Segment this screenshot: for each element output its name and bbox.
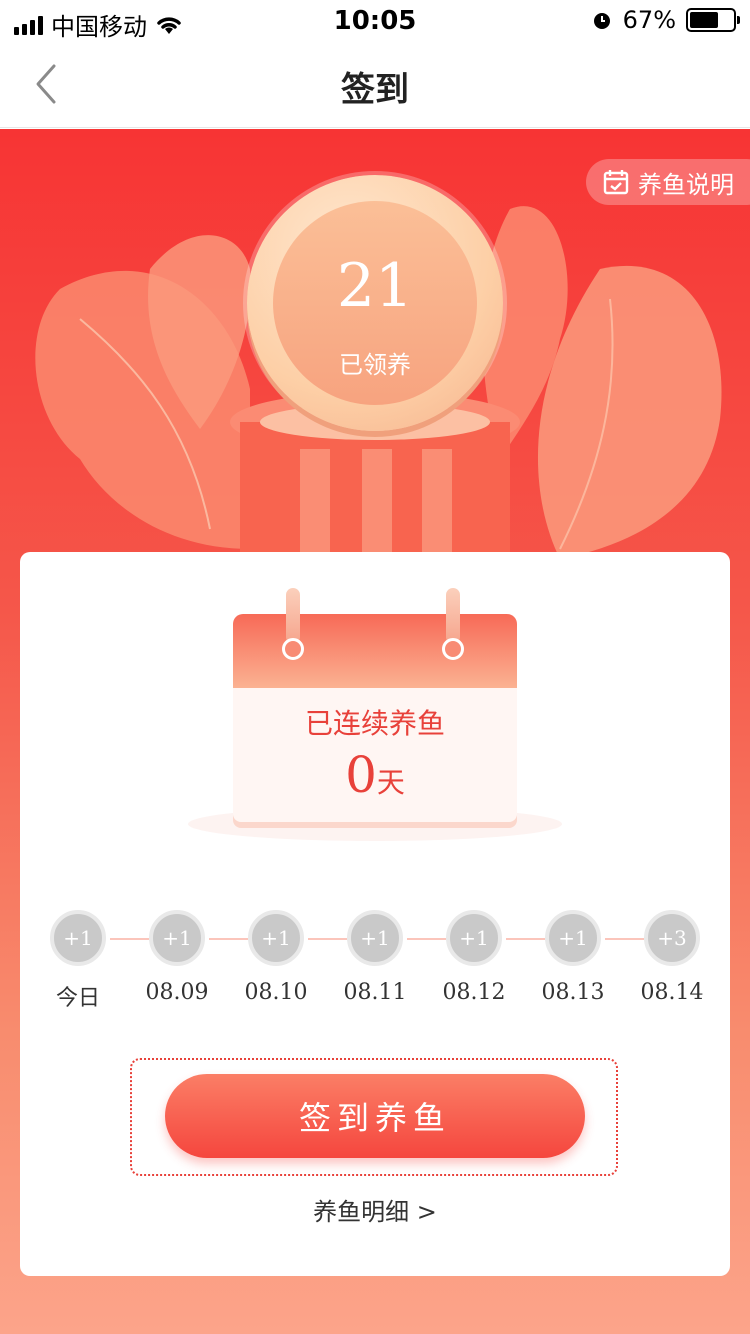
streak-title: 已连续养鱼 bbox=[304, 707, 445, 740]
day-reward-badge: +1 bbox=[149, 910, 205, 966]
day-reward-badge: +1 bbox=[347, 910, 403, 966]
checkin-days-track: +1 今日 +1 08.09 +1 08.10 +1 08.11 +1 08.12 +1 08.13 +… bbox=[20, 910, 730, 1011]
adopted-count-coin: 21 已领养 bbox=[247, 175, 503, 431]
page-title: 签到 bbox=[341, 70, 409, 110]
day-connector-line bbox=[209, 938, 248, 940]
fish-rules-label: 养鱼说明 bbox=[638, 170, 734, 199]
calendar-peg bbox=[446, 588, 460, 644]
day-reward-badge: +3 bbox=[644, 910, 700, 966]
day-reward-badge: +1 bbox=[248, 910, 304, 966]
nav-bar: 签到 bbox=[0, 40, 750, 128]
day-item: +1 08.12 bbox=[443, 910, 506, 1005]
day-connector-line bbox=[407, 938, 446, 940]
status-bar: 中国移动 10:05 67% bbox=[0, 0, 750, 41]
day-item: +1 08.10 bbox=[245, 910, 308, 1005]
day-connector-line bbox=[506, 938, 545, 940]
streak-value: 0天 bbox=[233, 746, 517, 804]
day-item: +1 08.11 bbox=[344, 910, 407, 1005]
streak-days: 0 bbox=[345, 746, 377, 804]
calendar-check-icon bbox=[603, 170, 629, 195]
battery-icon bbox=[686, 8, 740, 32]
day-item: +1 08.09 bbox=[146, 910, 209, 1005]
calendar-ring bbox=[442, 638, 464, 660]
calendar-header bbox=[233, 614, 517, 688]
adopted-label: 已领养 bbox=[339, 351, 411, 379]
battery-level bbox=[690, 12, 719, 28]
day-reward-badge: +1 bbox=[446, 910, 502, 966]
battery-percent: 67% bbox=[622, 6, 676, 34]
day-reward-badge: +1 bbox=[50, 910, 106, 966]
day-item: +1 08.13 bbox=[542, 910, 605, 1005]
day-item: +1 今日 bbox=[50, 910, 110, 1011]
checkin-button[interactable]: 签到养鱼 bbox=[165, 1074, 585, 1158]
adopted-count: 21 bbox=[336, 251, 414, 321]
checkin-card: 已连续养鱼 0天 +1 今日 +1 08.09 +1 08.10 +1 08.11 +1 08.1… bbox=[20, 552, 730, 1276]
day-date-label: 08.14 bbox=[640, 980, 704, 1005]
streak-calendar: 已连续养鱼 0天 bbox=[233, 588, 517, 822]
streak-unit: 天 bbox=[376, 766, 405, 799]
calendar-ring bbox=[282, 638, 304, 660]
calendar-peg bbox=[286, 588, 300, 644]
day-connector-line bbox=[605, 938, 644, 940]
alarm-icon bbox=[593, 13, 610, 29]
day-connector-line bbox=[308, 938, 347, 940]
fish-detail-link[interactable]: 养鱼明细 > bbox=[20, 1192, 730, 1227]
day-reward-badge: +1 bbox=[545, 910, 601, 966]
fish-rules-button[interactable]: 养鱼说明 bbox=[586, 159, 750, 205]
day-connector-line bbox=[110, 938, 149, 940]
day-item: +3 08.14 bbox=[641, 910, 704, 1005]
